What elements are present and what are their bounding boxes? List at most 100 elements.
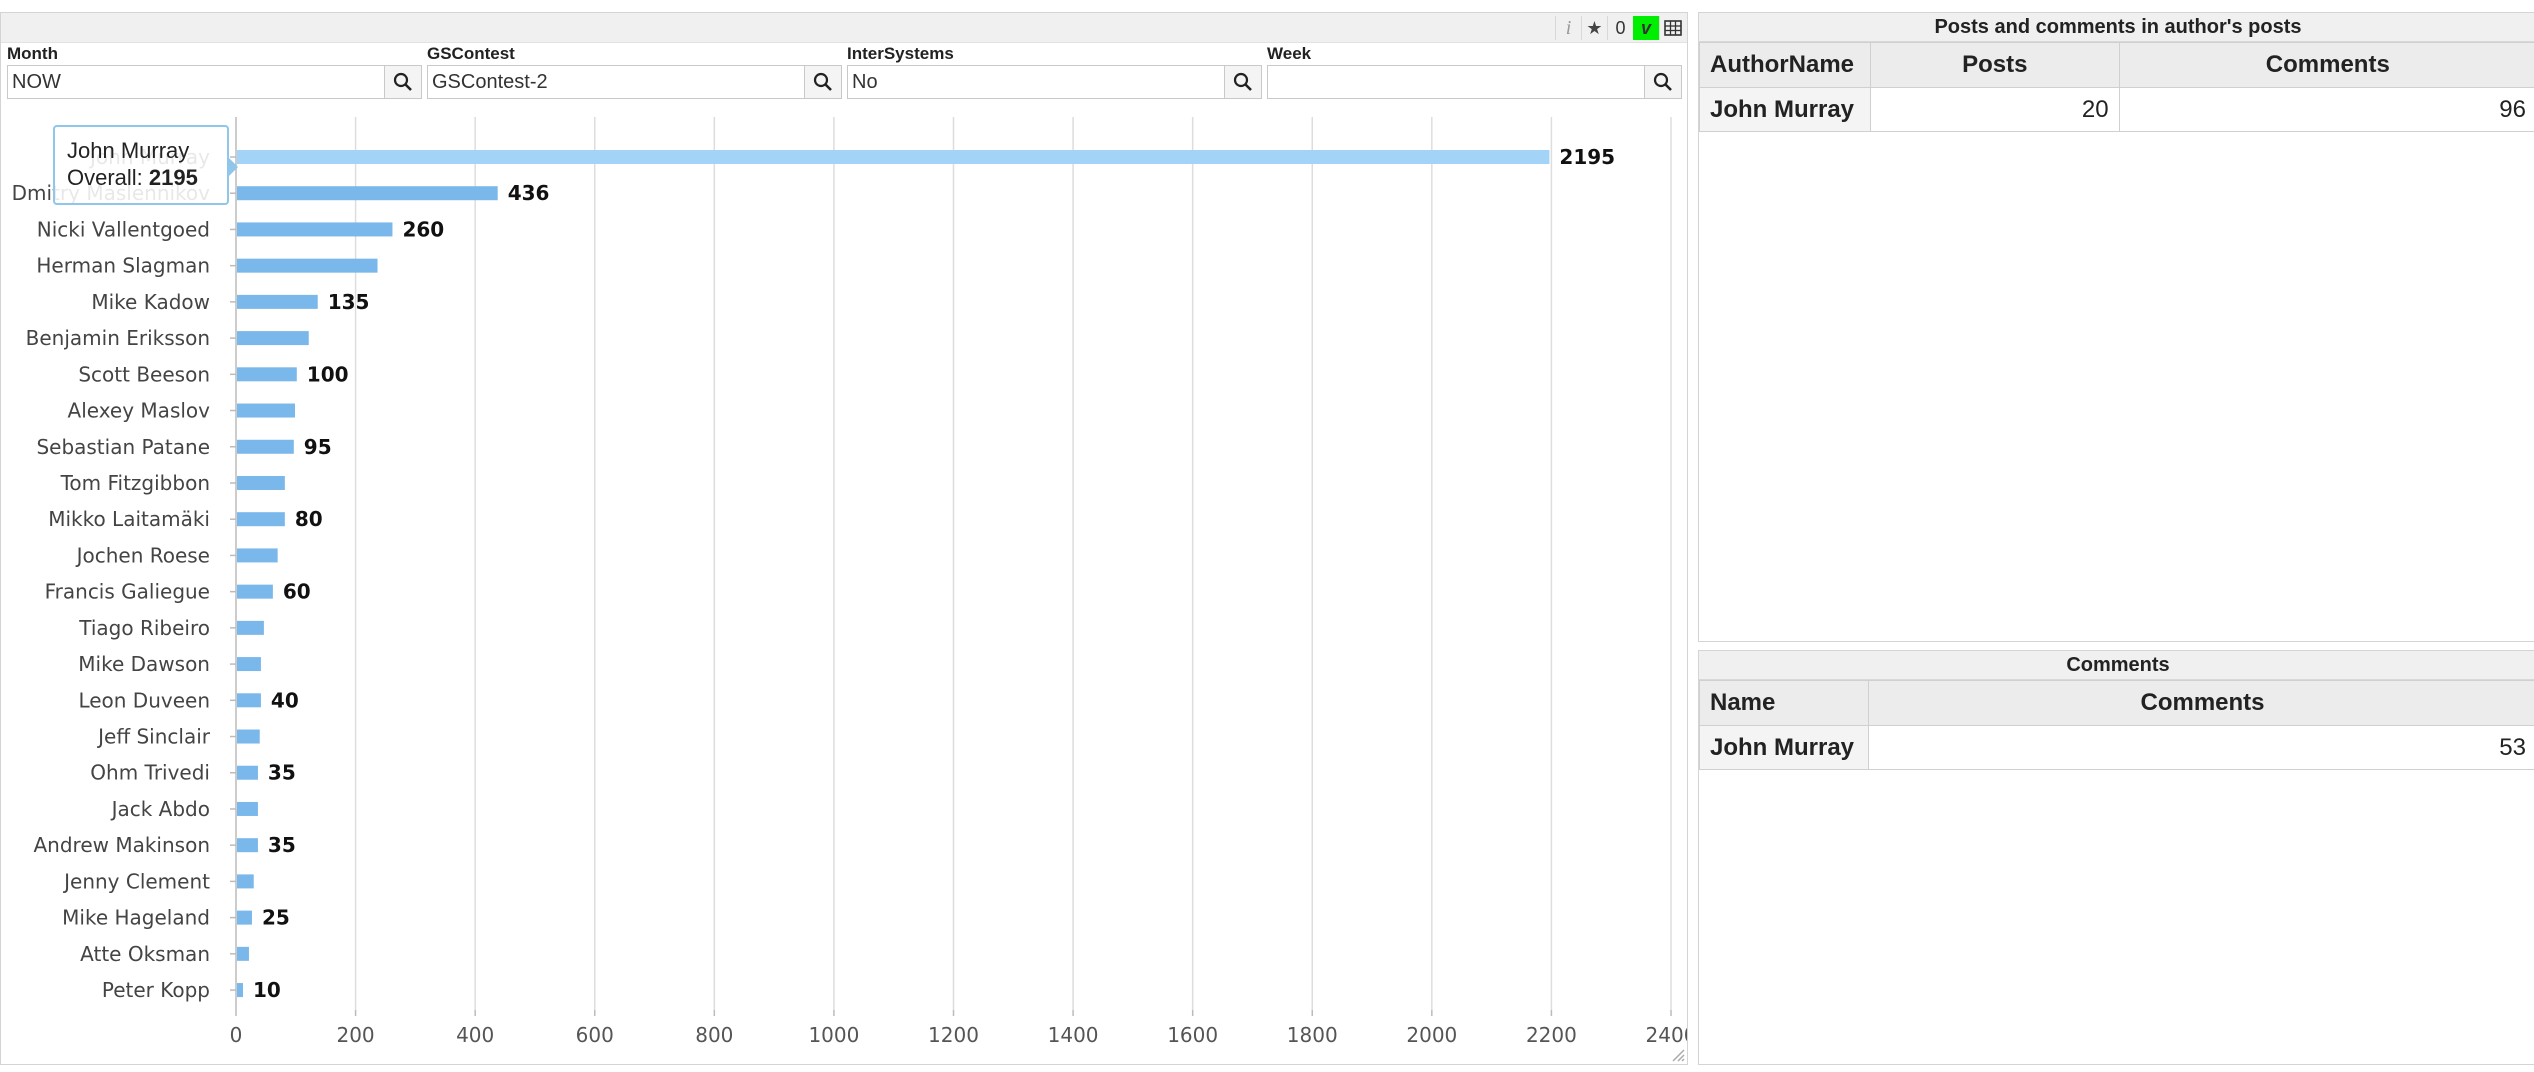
y-tick-label: Francis Galiegue [45, 580, 210, 604]
data-label: 95 [304, 435, 332, 459]
posts-comments-panel: Posts and comments in author's posts Aut… [1698, 12, 2534, 642]
data-label: 100 [307, 362, 349, 386]
data-label: 60 [283, 580, 311, 604]
x-tick-label: 800 [695, 1023, 733, 1047]
bar [237, 946, 249, 961]
table-row[interactable]: John Murray 53 [1699, 725, 2534, 770]
y-tick-label: Scott Beeson [78, 362, 210, 386]
bar [237, 620, 264, 635]
bar [237, 186, 498, 201]
y-tick-label: Atte Oksman [80, 942, 210, 966]
table-header-row: AuthorName Posts Comments [1699, 42, 2534, 88]
bar [237, 439, 294, 454]
x-tick-label: 2000 [1406, 1023, 1457, 1047]
data-label: 2195 [1559, 145, 1615, 169]
bar [237, 150, 1550, 164]
cell-posts: 20 [1870, 87, 2120, 132]
data-label: 80 [295, 507, 323, 531]
bar [237, 331, 309, 346]
data-label: 135 [328, 290, 370, 314]
y-tick-label: Ohm Trivedi [90, 761, 210, 785]
chart-panel: i ★ 0 v Month NOW GSContest GSContest-2 … [0, 12, 1688, 1065]
bar [237, 874, 254, 889]
y-tick-label: Jeff Sinclair [96, 725, 211, 749]
y-tick-label: Benjamin Eriksson [26, 326, 210, 350]
y-tick-label: Mike Hageland [62, 906, 210, 930]
y-tick-label: Nicki Vallentgoed [37, 217, 210, 241]
data-label: 260 [402, 217, 444, 241]
table-header-row: Name Comments [1699, 680, 2534, 726]
bar [237, 910, 252, 925]
table-row[interactable]: John Murray 20 96 [1699, 87, 2534, 132]
x-tick-label: 1800 [1287, 1023, 1338, 1047]
x-tick-label: 600 [576, 1023, 614, 1047]
tooltip-value-row: Overall: 2195 [67, 164, 215, 191]
x-tick-label: 200 [336, 1023, 374, 1047]
y-tick-label: Herman Slagman [36, 254, 210, 278]
data-label: 436 [508, 181, 550, 205]
cell-comments: 53 [1868, 725, 2534, 770]
bar [237, 475, 285, 490]
column-header-name[interactable]: Name [1699, 680, 1869, 726]
comments-panel: Comments Name Comments John Murray 53 [1698, 650, 2534, 1065]
y-tick-label: Mike Kadow [91, 290, 210, 314]
bar [237, 222, 393, 237]
data-label: 25 [262, 906, 290, 930]
tooltip-arrow [228, 157, 238, 177]
bar [237, 838, 258, 853]
y-tick-label: Tom Fitzgibbon [60, 471, 210, 495]
bar [237, 657, 261, 672]
data-label: 35 [268, 761, 296, 785]
cell-comments: 96 [2118, 87, 2534, 132]
x-tick-label: 2400 [1646, 1023, 1687, 1047]
tooltip-label: Overall: [67, 165, 143, 190]
y-tick-label: Jenny Clement [62, 869, 210, 893]
y-tick-label: Jochen Roese [75, 543, 210, 567]
column-header-comments[interactable]: Comments [2118, 42, 2534, 88]
bar [237, 983, 243, 998]
comments-table: Name Comments John Murray 53 [1699, 680, 2534, 770]
cell-name: John Murray [1699, 725, 1869, 770]
data-label: 35 [268, 833, 296, 857]
bar [237, 765, 258, 780]
chart-tooltip: John Murray Overall: 2195 [53, 125, 238, 205]
x-tick-label: 0 [230, 1023, 243, 1047]
bar [237, 403, 295, 418]
tooltip-name: John Murray [67, 138, 190, 163]
x-tick-label: 400 [456, 1023, 494, 1047]
y-tick-label: Mike Dawson [78, 652, 210, 676]
y-tick-label: Alexey Maslov [68, 399, 211, 423]
bar-chart: 0 200 400 600 800 1000 1200 1400 1600 1800 2000 220… [12, 117, 1687, 1047]
bar [237, 584, 273, 599]
y-tick-label: Peter Kopp [102, 978, 210, 1002]
resize-handle-icon[interactable] [1669, 1046, 1685, 1062]
bar [237, 801, 258, 816]
column-header-authorname[interactable]: AuthorName [1699, 42, 1871, 88]
panel-title: Posts and comments in author's posts [1699, 13, 2534, 42]
bar [237, 729, 260, 744]
y-tick-label: Leon Duveen [78, 688, 210, 712]
panel-title: Comments [1699, 651, 2534, 680]
tooltip-value: 2195 [148, 165, 198, 190]
column-header-comments[interactable]: Comments [1868, 680, 2534, 726]
data-label: 40 [271, 688, 299, 712]
x-tick-label: 1400 [1048, 1023, 1099, 1047]
y-tick-label: Jack Abdo [110, 797, 210, 821]
bar [237, 258, 378, 273]
cell-author-name: John Murray [1699, 87, 1871, 132]
bar [237, 693, 261, 708]
bar [237, 512, 285, 527]
column-header-posts[interactable]: Posts [1870, 42, 2120, 88]
x-tick-label: 1600 [1167, 1023, 1218, 1047]
posts-table: AuthorName Posts Comments John Murray 20… [1699, 42, 2534, 132]
data-label: 10 [253, 978, 281, 1002]
y-tick-label: Mikko Laitamäki [48, 507, 210, 531]
bar [237, 548, 278, 563]
x-tick-label: 1000 [808, 1023, 859, 1047]
x-tick-label: 1200 [928, 1023, 979, 1047]
y-tick-label: Tiago Ribeiro [78, 616, 210, 640]
y-tick-label: Andrew Makinson [33, 833, 210, 857]
y-tick-label: Sebastian Patane [36, 435, 210, 459]
bar [237, 367, 297, 382]
x-tick-label: 2200 [1526, 1023, 1577, 1047]
